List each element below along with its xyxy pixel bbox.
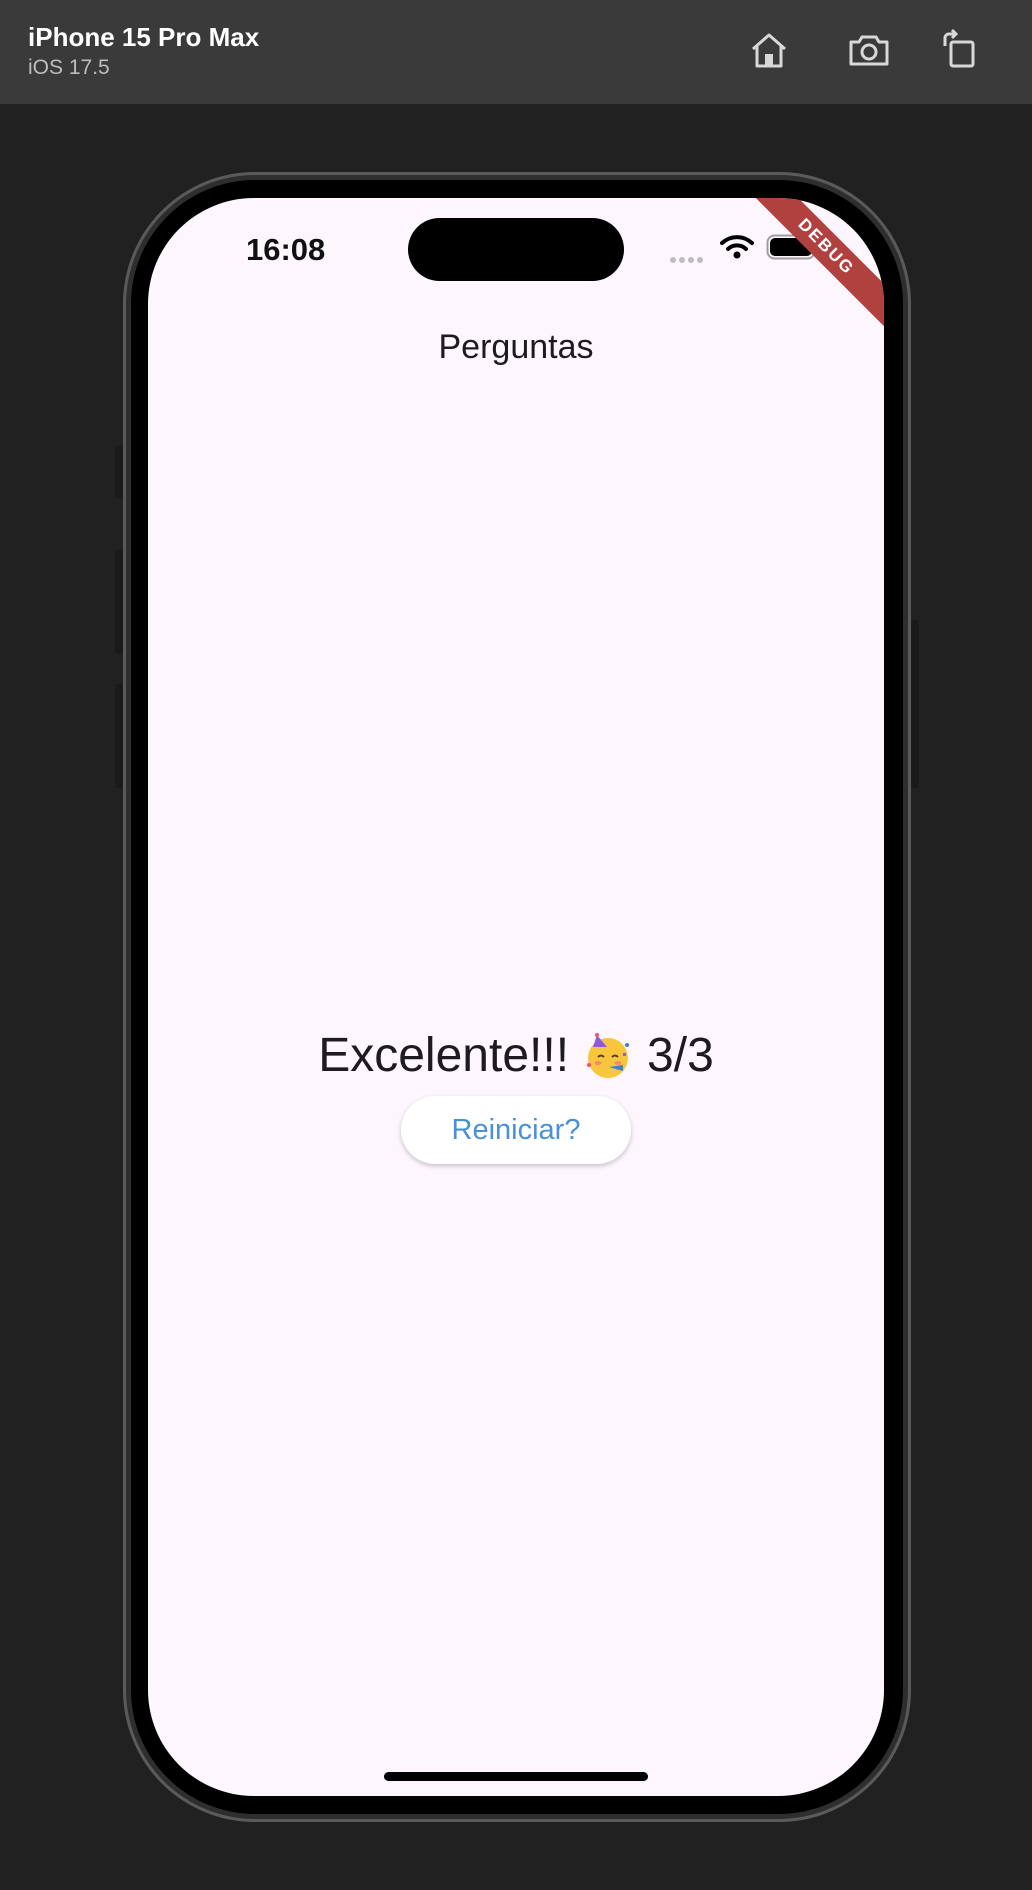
home-indicator[interactable]: [384, 1772, 648, 1781]
wifi-icon: [720, 235, 754, 259]
signal-icon: [670, 250, 706, 268]
result-message: Excelente!!!: [318, 1029, 570, 1082]
action-button: [115, 446, 123, 498]
device-name: iPhone 15 Pro Max: [28, 22, 260, 52]
volume-up-button: [115, 550, 123, 654]
os-version: iOS 17.5: [28, 56, 110, 79]
app-screen: 16:08 DEBUG Perguntas Excelente!!! 3/3 R…: [148, 198, 884, 1796]
rotate-icon: [943, 28, 975, 68]
dynamic-island: [408, 218, 624, 281]
screenshot-button[interactable]: [845, 26, 893, 74]
partying-face-icon: [587, 1032, 630, 1078]
home-icon: [752, 33, 786, 68]
power-button: [911, 620, 919, 788]
home-button[interactable]: [745, 26, 793, 74]
result-display: Excelente!!! 3/3: [148, 1028, 884, 1083]
screenshot-icon: [849, 35, 889, 66]
volume-down-button: [115, 684, 123, 788]
rotate-button[interactable]: [935, 26, 983, 74]
restart-button[interactable]: Reiniciar?: [401, 1096, 631, 1164]
result-score: 3/3: [647, 1029, 714, 1082]
status-time: 16:08: [246, 232, 326, 267]
app-bar-title: Perguntas: [438, 328, 594, 366]
simulator-toolbar: iPhone 15 Pro Max iOS 17.5: [0, 0, 1032, 104]
